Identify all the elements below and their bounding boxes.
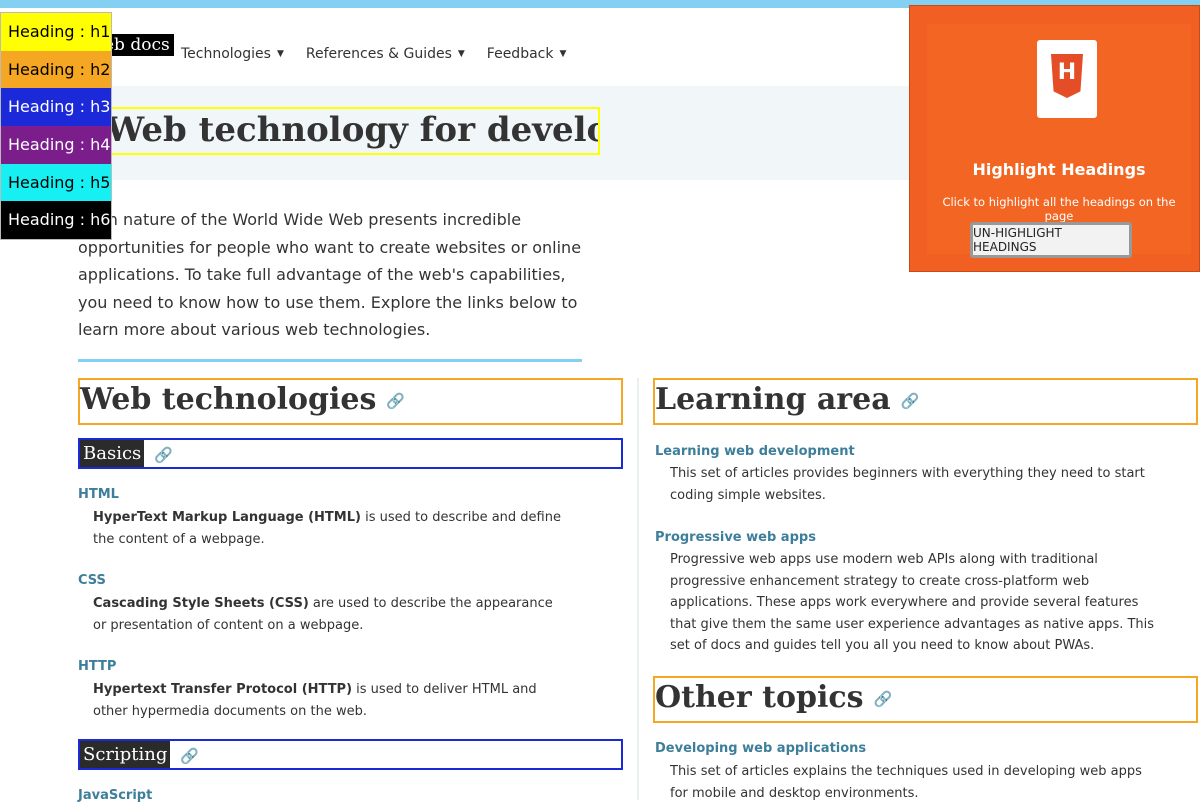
term-html[interactable]: HTML <box>78 487 119 502</box>
heading-scripting: Scripting 🔗 <box>78 739 623 770</box>
nav-feedback[interactable]: Feedback ▼ <box>487 46 567 62</box>
nav-label: Feedback <box>486 46 554 62</box>
heading-web-technologies: Web technologies 🔗 <box>78 378 623 425</box>
extension-popup: H Highlight Headings Click to highlight … <box>909 5 1200 272</box>
html5-shield-icon: H <box>1051 54 1083 98</box>
heading-legend: Heading : h1 Heading : h2 Heading : h3 H… <box>0 12 112 241</box>
desc-http: Hypertext Transfer Protocol (HTTP) is us… <box>93 679 563 722</box>
desc-css: Cascading Style Sheets (CSS) are used to… <box>93 593 563 636</box>
link-icon[interactable]: 🔗 <box>901 381 920 421</box>
main-nav: Technologies ▼ References & Guides ▼ Feedb… <box>181 46 566 62</box>
extension-logo: H <box>1037 40 1097 118</box>
legend-h1: Heading : h1 <box>1 13 111 51</box>
heading-learning-area: Learning area 🔗 <box>653 378 1198 425</box>
desc-developing-web-applications: This set of articles explains the techni… <box>670 764 1142 801</box>
popup-body: H Highlight Headings Click to highlight … <box>927 24 1191 258</box>
heading-text: Web technologies <box>80 382 377 417</box>
desc-bold: HyperText Markup Language (HTML) <box>93 510 361 525</box>
heading-text: Scripting <box>80 741 171 768</box>
term-developing-web-applications[interactable]: Developing web applications <box>655 741 866 756</box>
desc-bold: Cascading Style Sheets (CSS) <box>93 596 309 611</box>
term-learning-web-development[interactable]: Learning web development <box>655 444 855 459</box>
desc-html: HyperText Markup Language (HTML) is used… <box>93 507 563 550</box>
nav-label: References & Guides <box>305 46 452 62</box>
link-icon[interactable]: 🔗 <box>180 747 199 765</box>
nav-references-guides[interactable]: References & Guides ▼ <box>306 46 465 62</box>
legend-h5: Heading : h5 <box>1 163 111 202</box>
heading-text: Basics <box>80 440 145 467</box>
caret-down-icon: ▼ <box>559 49 567 59</box>
nav-technologies[interactable]: Technologies ▼ <box>181 46 284 62</box>
heading-text: Other topics <box>655 680 864 715</box>
caret-down-icon: ▼ <box>457 49 465 59</box>
page-title: Web technology for developers <box>100 107 600 155</box>
desc-progressive-web-apps: Progressive web apps use modern web APIs… <box>670 552 1155 653</box>
section-divider <box>78 359 582 362</box>
nav-label: Technologies <box>181 46 271 62</box>
intro-text: open nature of the World Wide Web presen… <box>78 210 582 339</box>
popup-title: Highlight Headings <box>972 160 1146 179</box>
legend-h3: Heading : h3 <box>1 88 111 127</box>
term-progressive-web-apps[interactable]: Progressive web apps <box>655 530 816 545</box>
desc-bold: Hypertext Transfer Protocol (HTTP) <box>93 682 353 697</box>
term-css[interactable]: CSS <box>78 573 106 588</box>
caret-down-icon: ▼ <box>276 49 284 59</box>
term-javascript[interactable]: JavaScript <box>78 788 152 803</box>
term-http[interactable]: HTTP <box>78 659 116 674</box>
column-separator <box>637 378 639 800</box>
link-icon[interactable]: 🔗 <box>874 679 893 719</box>
logo-letter: H <box>1057 60 1077 85</box>
heading-basics: Basics 🔗 <box>78 438 623 469</box>
legend-h4: Heading : h4 <box>1 126 111 164</box>
heading-text: Learning area <box>655 382 891 417</box>
link-icon[interactable]: 🔗 <box>154 446 173 464</box>
heading-other-topics: Other topics 🔗 <box>653 676 1198 723</box>
desc-learning-web-development: This set of articles provides beginners … <box>670 466 1145 503</box>
legend-h6: Heading : h6 <box>1 201 111 240</box>
popup-subtitle: Click to highlight all the headings on t… <box>942 195 1176 223</box>
unhighlight-button[interactable]: UN-HIGHLIGHT HEADINGS <box>970 222 1132 258</box>
legend-h2: Heading : h2 <box>1 50 111 89</box>
link-icon[interactable]: 🔗 <box>386 381 405 421</box>
